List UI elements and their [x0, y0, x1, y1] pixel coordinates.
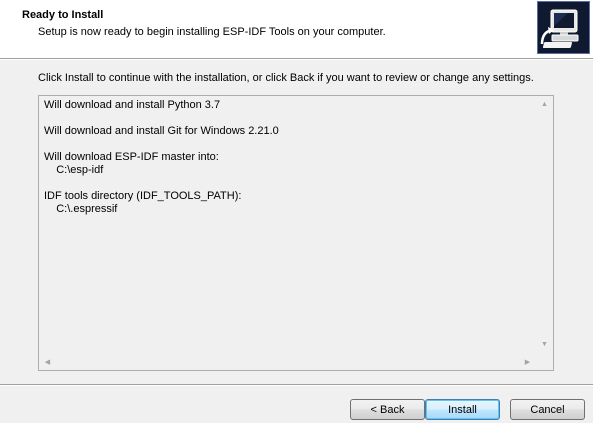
horizontal-scrollbar[interactable]: ◀ ▶ [39, 353, 536, 370]
memo-text: Will download and install Python 3.7 Wil… [44, 99, 535, 353]
back-button[interactable]: < Back [350, 399, 425, 420]
memo-line-tools-path: C:\.espressif [44, 203, 118, 215]
memo-line-tools-dir: IDF tools directory (IDF_TOOLS_PATH): [44, 190, 242, 202]
memo-line-espidf: Will download ESP-IDF master into: [44, 151, 219, 163]
scrollbar-corner [536, 353, 553, 370]
header-divider [0, 58, 593, 60]
scroll-left-arrow-icon[interactable]: ◀ [39, 353, 56, 370]
memo-line-git: Will download and install Git for Window… [44, 125, 279, 137]
footer-divider [0, 384, 593, 386]
install-button[interactable]: Install [425, 399, 500, 420]
memo-line-espidf-path: C:\esp-idf [44, 164, 104, 176]
page-subtitle: Setup is now ready to begin installing E… [38, 26, 386, 38]
scroll-right-arrow-icon[interactable]: ▶ [519, 353, 536, 370]
memo-line-python: Will download and install Python 3.7 [44, 99, 221, 111]
page-title: Ready to Install [22, 9, 104, 21]
scroll-down-arrow-icon[interactable]: ▼ [536, 336, 553, 353]
installer-computer-icon [537, 1, 590, 54]
vertical-scrollbar[interactable]: ▲ ▼ [536, 96, 553, 353]
scroll-up-arrow-icon[interactable]: ▲ [536, 96, 553, 113]
install-summary-memo[interactable]: Will download and install Python 3.7 Wil… [38, 95, 554, 371]
install-instruction: Click Install to continue with the insta… [38, 72, 534, 84]
wizard-header: Ready to Install Setup is now ready to b… [0, 0, 593, 58]
cancel-button[interactable]: Cancel [510, 399, 585, 420]
